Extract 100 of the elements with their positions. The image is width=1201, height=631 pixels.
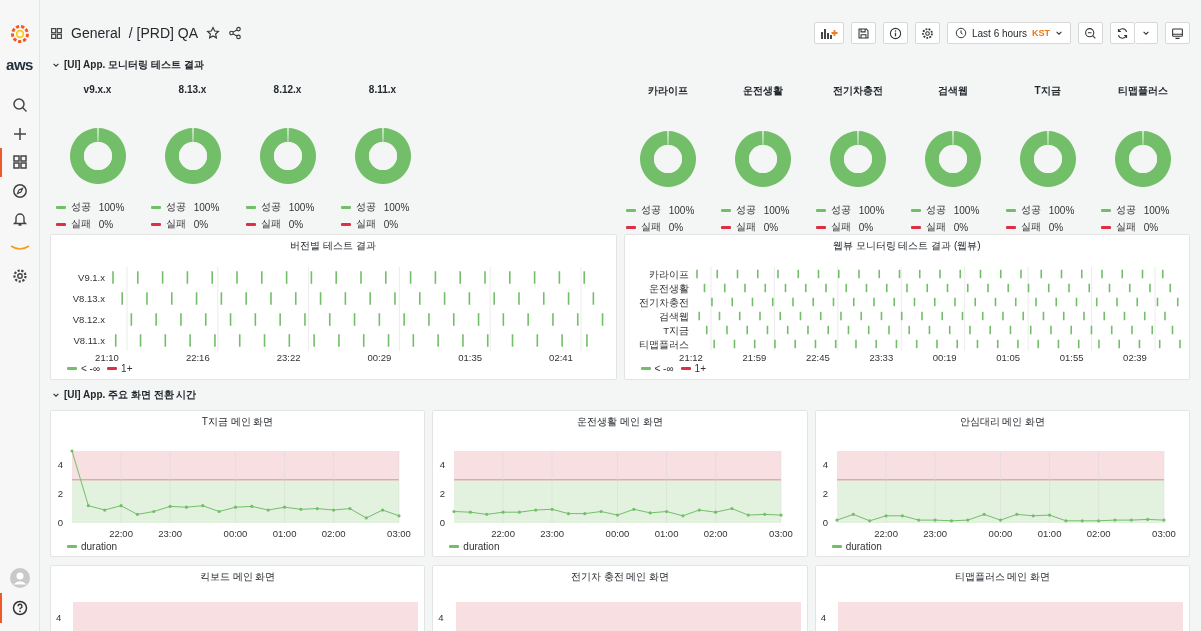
- axis-tick-label: 21:59: [742, 352, 766, 363]
- panel-title: 운전생활 메인 화면: [577, 415, 663, 429]
- aws-logo-text[interactable]: aws: [6, 56, 33, 73]
- save-button[interactable]: [850, 22, 876, 44]
- axis-tick-label: 02:39: [1122, 352, 1147, 363]
- panel-title: v9.x.x: [83, 84, 112, 95]
- search-icon: [11, 97, 28, 114]
- donut-slice: [259, 128, 316, 184]
- axis-tick-label: 00:00: [605, 528, 630, 539]
- axis-tick-label: 01:55: [1059, 352, 1083, 363]
- chevron-icon[interactable]: [52, 61, 60, 69]
- axis-tick-label: 4: [440, 459, 446, 471]
- panel-title: 운전생활: [742, 84, 783, 98]
- axis-tick-label: 0: [440, 517, 446, 528]
- axis-tick-label: 0: [822, 517, 828, 528]
- panel-title: 안심대리 메인 화면: [959, 415, 1046, 429]
- panel-title: 버전별 테스트 결과: [290, 239, 377, 253]
- panel-title: 킥보드 메인 화면: [199, 570, 276, 584]
- donut-slice: [639, 131, 696, 187]
- axis-tick-label: 00:00: [988, 528, 1013, 539]
- axis-tick-label: 2: [822, 488, 828, 500]
- axis-tick-label: 03:00: [769, 528, 794, 539]
- add-panel-button[interactable]: [813, 22, 844, 44]
- bell-icon: [11, 211, 28, 228]
- donut-slice: [1114, 131, 1171, 187]
- star-icon[interactable]: [206, 26, 221, 40]
- save-icon: [856, 26, 870, 40]
- legend-value: 0%: [953, 221, 969, 233]
- legend-value: 100%: [98, 201, 125, 213]
- legend-value: 100%: [1143, 204, 1170, 216]
- legend-value: 0%: [98, 218, 114, 230]
- tv-mode-button[interactable]: [1165, 22, 1190, 44]
- donut-slice: [924, 131, 981, 187]
- axis-tick-label: 4: [822, 459, 828, 471]
- panel-title: T지금 메인 화면: [201, 415, 274, 429]
- info-icon: [888, 26, 902, 40]
- caret-icon: [1142, 29, 1150, 37]
- axis-tick-label: 00:19: [932, 352, 957, 363]
- legend-label: 실패: [1020, 220, 1041, 234]
- axis-tick-label: 03:00: [1151, 528, 1176, 539]
- donut-slice: [829, 131, 886, 187]
- axis-tick-label: 01:00: [655, 528, 679, 539]
- monitor-icon: [1171, 26, 1184, 40]
- donut-slice: [734, 131, 791, 187]
- axis-tick-label: 2: [57, 488, 63, 500]
- logo-icon[interactable]: [9, 24, 30, 44]
- axis-tick-label: 02:00: [704, 528, 728, 539]
- folder-link[interactable]: General: [71, 25, 121, 41]
- chevron-icon[interactable]: [52, 391, 60, 399]
- info-button[interactable]: [882, 22, 908, 44]
- settings-icon: [920, 26, 934, 40]
- axis-tick-label: 22:00: [109, 528, 133, 539]
- section-title[interactable]: [UI] App. 주요 화면 전환 시간: [64, 388, 197, 402]
- legend-label: 성공: [830, 203, 851, 217]
- row-label: V8.11.x: [73, 335, 105, 346]
- legend-label: 실패: [1115, 220, 1136, 234]
- axis-tick-label: 01:00: [1037, 528, 1062, 539]
- settings-button[interactable]: [914, 22, 940, 44]
- legend-value: 100%: [763, 204, 790, 216]
- dashboard-title: / [PRD] QA: [128, 25, 199, 41]
- donut-slice: [164, 128, 221, 184]
- axis-tick-label: 02:41: [549, 352, 573, 363]
- legend-label: 1+: [694, 363, 706, 374]
- legend-value: 0%: [858, 221, 874, 233]
- axis-tick-label: 4: [56, 612, 62, 625]
- axis-tick-label: 21:10: [95, 352, 119, 363]
- axis-tick-label: 23:00: [540, 528, 565, 539]
- legend-value: 100%: [953, 204, 980, 216]
- axis-tick-label: 00:00: [223, 528, 248, 539]
- caret-icon: [1055, 29, 1063, 37]
- axis-tick-label: 0: [57, 517, 63, 528]
- smile-icon: [9, 243, 30, 252]
- legend-value: 0%: [1143, 221, 1159, 233]
- refresh-button[interactable]: [1110, 22, 1135, 44]
- panel-title: T지금: [1034, 84, 1061, 98]
- plus-icon: [11, 125, 28, 142]
- legend-label: 성공: [640, 203, 661, 217]
- axis-tick-label: 23:33: [868, 352, 893, 363]
- legend-value: 0%: [193, 218, 209, 230]
- legend-label: 실패: [260, 217, 281, 231]
- legend-label: 1+: [121, 363, 133, 374]
- legend-value: 100%: [668, 204, 695, 216]
- dashboards-icon[interactable]: [50, 26, 63, 40]
- legend-label: 실패: [355, 217, 376, 231]
- zoom-out-button[interactable]: [1078, 22, 1103, 44]
- donut-slice: [69, 128, 126, 184]
- share-icon[interactable]: [228, 26, 243, 40]
- legend-label: 성공: [355, 200, 376, 214]
- legend-label: 성공: [70, 200, 91, 214]
- section-title[interactable]: [UI] App. 모니터링 테스트 결과: [64, 58, 204, 72]
- avatar-icon: [9, 568, 30, 588]
- time-range-picker[interactable]: Last 6 hours KST: [946, 22, 1071, 44]
- axis-tick-label: 23:22: [276, 352, 301, 363]
- dashboards-icon: [11, 154, 28, 171]
- axis-tick-label: 23:00: [922, 528, 947, 539]
- legend-label: 실패: [640, 220, 661, 234]
- bar-chart-plus-icon: [819, 26, 838, 40]
- axis-tick-label: 23:00: [158, 528, 182, 539]
- panel-title: 8.11.x: [368, 84, 397, 95]
- legend-value: 0%: [1048, 221, 1064, 233]
